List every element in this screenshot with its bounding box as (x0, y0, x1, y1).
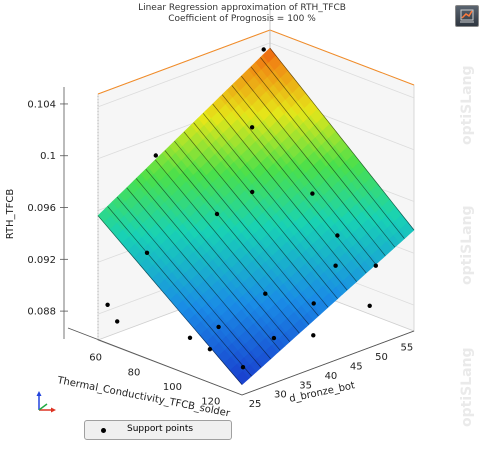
chart-title: Linear Regression approximation of RTH_T… (138, 3, 346, 13)
chart-subtitle: Coefficient of Prognosis = 100 % (168, 14, 316, 24)
support-point (261, 47, 266, 52)
support-point (187, 335, 193, 340)
y-tick-label: 25 (249, 399, 262, 410)
x-tick-label: 100 (163, 382, 182, 393)
y-tick-label: 55 (400, 343, 413, 354)
support-point (311, 301, 316, 306)
plot-options-icon (460, 9, 474, 23)
plot-menu-button[interactable] (455, 5, 479, 27)
legend[interactable]: Support points (84, 420, 232, 440)
support-point (105, 302, 110, 307)
support-point (214, 211, 220, 217)
support-point (311, 333, 316, 338)
support-point (373, 263, 378, 268)
support-point (263, 291, 268, 296)
watermark-text: optiSLang (459, 205, 475, 285)
z-tick-label: 0.096 (27, 203, 56, 214)
watermark-text: optiSLang (459, 347, 475, 427)
axis-orientation-icon (36, 391, 56, 413)
support-point (250, 189, 255, 195)
legend-label: Support points (127, 424, 194, 434)
watermark-text: optiSLang (459, 65, 475, 145)
support-point (249, 125, 255, 130)
support-point (115, 319, 120, 324)
support-point (216, 324, 221, 330)
y-tick-label: 45 (350, 361, 363, 372)
support-point (335, 233, 340, 238)
y-tick-label: 50 (375, 352, 388, 363)
support-point (153, 153, 158, 158)
support-point (333, 263, 338, 268)
support-point (240, 365, 246, 370)
y-tick-label: 40 (325, 371, 338, 382)
plot-window[interactable]: 0.088 0.092 0.096 0.1 0.104 RTH_TFCB 60 80 100 12… (0, 0, 484, 450)
x-tick-label: 80 (128, 367, 141, 378)
support-point (310, 191, 315, 196)
support-point (207, 347, 213, 352)
z-tick-label: 0.088 (27, 307, 56, 318)
x-tick-label: 60 (89, 353, 102, 364)
z-tick-label: 0.092 (27, 255, 56, 266)
y-tick-label: 30 (274, 390, 287, 401)
support-point (144, 250, 150, 255)
support-point (367, 303, 372, 308)
z-axis-label: RTH_TFCB (5, 189, 16, 240)
support-point (271, 335, 277, 341)
z-tick-label: 0.104 (27, 99, 56, 110)
support-point-marker-icon (101, 428, 106, 433)
surface-plot[interactable]: 0.0880.0920.0960.10.104RTH_TFCB608010012… (0, 0, 484, 450)
z-tick-label: 0.1 (40, 151, 56, 162)
watermark: optiSLang optiSLang optiSLang (455, 35, 484, 445)
